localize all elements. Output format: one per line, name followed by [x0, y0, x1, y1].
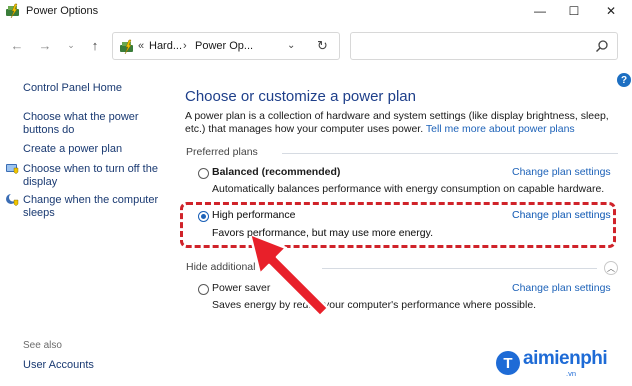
page-description: A power plan is a collection of hardware… [185, 110, 615, 136]
moon-shield-icon [6, 193, 19, 206]
turn-off-display-link[interactable]: Choose when to turn off the display [23, 163, 163, 189]
recent-locations-button[interactable]: ⌄ [62, 36, 80, 54]
create-power-plan-link[interactable]: Create a power plan [23, 143, 163, 156]
breadcrumb-hardware[interactable]: Hard... [149, 40, 182, 52]
breadcrumb-separator[interactable]: › [183, 40, 187, 52]
control-panel-home-link[interactable]: Control Panel Home [23, 82, 163, 95]
search-icon[interactable] [595, 39, 609, 53]
red-arrow-annotation [248, 232, 330, 318]
balanced-radio[interactable] [198, 168, 209, 179]
power-options-icon [6, 3, 19, 19]
address-dropdown-icon[interactable]: ⌄ [287, 40, 295, 51]
power-saver-description-right: your computer's performance where possib… [324, 299, 537, 311]
computer-sleeps-link[interactable]: Change when the computer sleeps [23, 194, 163, 220]
balanced-plan-name[interactable]: Balanced (recommended) [212, 166, 340, 178]
high-performance-name-overlay[interactable]: High performance [212, 209, 295, 221]
close-button[interactable]: ✕ [596, 0, 626, 22]
left-navigation-pane: Control Panel Home Choose what the power… [0, 68, 172, 386]
balanced-plan-description: Automatically balances performance with … [212, 183, 605, 195]
back-button[interactable]: ← [8, 36, 26, 54]
up-button[interactable]: ↑ [86, 36, 104, 54]
address-bar[interactable]: « Hard... › Power Op... ⌄ ↻ [112, 32, 340, 60]
title-bar: Power Options — ☐ ✕ [0, 0, 632, 24]
section-divider [282, 153, 618, 154]
breadcrumb-power-options[interactable]: Power Op... [195, 40, 253, 52]
power-saver-change-settings-link[interactable]: Change plan settings [512, 282, 611, 294]
high-performance-radio-overlay[interactable] [198, 211, 209, 222]
window-title: Power Options [26, 5, 99, 17]
search-input[interactable] [350, 32, 618, 60]
navigation-bar: ← → ⌄ ↑ « Hard... › Power Op... ⌄ ↻ [0, 24, 632, 68]
help-button[interactable]: ? [617, 73, 631, 87]
watermark-text: aimienphi [523, 348, 608, 369]
power-buttons-link[interactable]: Choose what the power buttons do [23, 111, 163, 137]
tell-me-more-link[interactable]: Tell me more about power plans [426, 123, 575, 135]
section-divider-2 [322, 268, 597, 269]
power-saver-radio[interactable] [198, 284, 209, 295]
user-accounts-link[interactable]: User Accounts [23, 359, 163, 372]
preferred-plans-heading: Preferred plans [186, 146, 258, 158]
forward-button[interactable]: → [36, 36, 54, 54]
monitor-shield-icon [6, 164, 19, 174]
see-also-heading: See also [23, 340, 62, 351]
refresh-icon[interactable]: ↻ [317, 38, 328, 54]
collapse-chevron-icon[interactable]: ︿ [604, 261, 618, 275]
minimize-button[interactable]: — [525, 0, 555, 22]
watermark-subtext: .vn [566, 369, 577, 378]
page-title: Choose or customize a power plan [185, 88, 416, 105]
control-panel-icon [120, 39, 133, 55]
balanced-change-settings-link[interactable]: Change plan settings [512, 166, 611, 178]
watermark-logo: T [496, 351, 520, 375]
taimienphi-watermark: T aimienphi .vn [496, 348, 626, 380]
high-performance-description-overlay: Favors performance, but may use more ene… [212, 227, 433, 239]
high-performance-link-overlay[interactable]: Change plan settings [512, 209, 611, 221]
breadcrumb-overflow[interactable]: « [138, 40, 144, 52]
maximize-button[interactable]: ☐ [559, 0, 589, 22]
